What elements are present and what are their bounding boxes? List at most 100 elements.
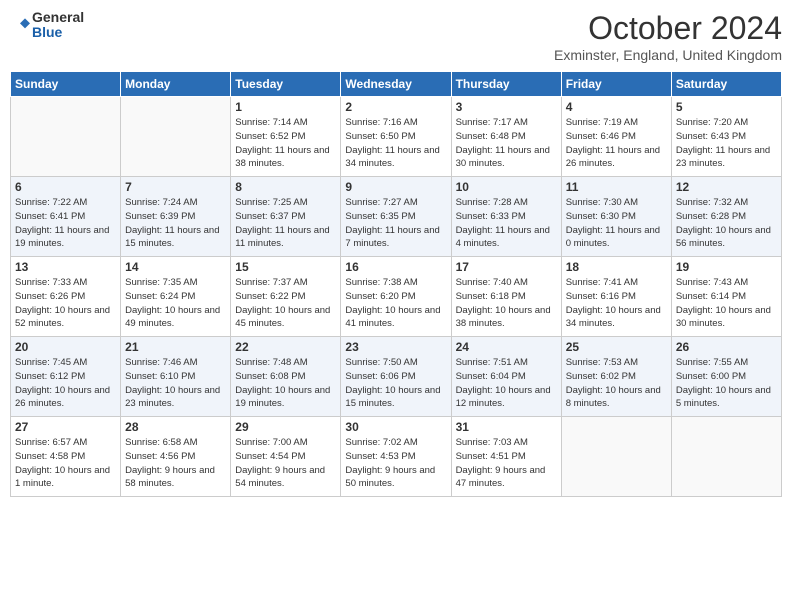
day-number: 10 — [456, 180, 557, 194]
day-number: 5 — [676, 100, 777, 114]
day-number: 24 — [456, 340, 557, 354]
calendar-cell: 20 Sunrise: 7:45 AMSunset: 6:12 PMDayligh… — [11, 337, 121, 417]
day-number: 11 — [566, 180, 667, 194]
day-number: 30 — [345, 420, 446, 434]
calendar-week-row: 13Sunrise: 7:33 AMSunset: 6:26 PMDayligh… — [11, 257, 782, 337]
day-info: Sunrise: 7:17 AMSunset: 6:48 PMDaylight:… — [456, 116, 557, 171]
column-header-monday: Monday — [121, 72, 231, 97]
day-info: Sunrise: 7:03 AMSunset: 4:51 PMDaylight:… — [456, 436, 557, 491]
calendar-cell: 17Sunrise: 7:40 AMSunset: 6:18 PMDayligh… — [451, 257, 561, 337]
day-number: 31 — [456, 420, 557, 434]
day-number: 3 — [456, 100, 557, 114]
day-info: Sunrise: 7:35 AMSunset: 6:24 PMDaylight:… — [125, 276, 226, 331]
day-number: 14 — [125, 260, 226, 274]
day-info: Sunrise: 7:30 AMSunset: 6:30 PMDaylight:… — [566, 196, 667, 251]
calendar-cell: 19Sunrise: 7:43 AMSunset: 6:14 PMDayligh… — [671, 257, 781, 337]
calendar-week-row: 1Sunrise: 7:14 AMSunset: 6:52 PMDaylight… — [11, 97, 782, 177]
calendar-cell: 3 Sunrise: 7:17 AMSunset: 6:48 PMDaylight… — [451, 97, 561, 177]
day-info: Sunrise: 7:53 AMSunset: 6:02 PMDaylight:… — [566, 356, 667, 411]
day-info: Sunrise: 7:00 AMSunset: 4:54 PMDaylight:… — [235, 436, 336, 491]
day-number: 26 — [676, 340, 777, 354]
logo: General Blue — [10, 10, 84, 41]
calendar-cell: 7 Sunrise: 7:24 AMSunset: 6:39 PMDaylight… — [121, 177, 231, 257]
day-info: Sunrise: 7:32 AMSunset: 6:28 PMDaylight:… — [676, 196, 777, 251]
calendar-cell — [671, 417, 781, 497]
column-header-thursday: Thursday — [451, 72, 561, 97]
day-info: Sunrise: 7:38 AMSunset: 6:20 PMDaylight:… — [345, 276, 446, 331]
calendar-week-row: 27 Sunrise: 6:57 AMSunset: 4:58 PMDayligh… — [11, 417, 782, 497]
logo-text: General Blue — [32, 10, 84, 41]
calendar-cell — [11, 97, 121, 177]
calendar-cell: 4Sunrise: 7:19 AMSunset: 6:46 PMDaylight… — [561, 97, 671, 177]
day-number: 25 — [566, 340, 667, 354]
day-number: 17 — [456, 260, 557, 274]
day-info: Sunrise: 7:25 AMSunset: 6:37 PMDaylight:… — [235, 196, 336, 251]
day-info: Sunrise: 7:24 AMSunset: 6:39 PMDaylight:… — [125, 196, 226, 251]
day-info: Sunrise: 6:57 AMSunset: 4:58 PMDaylight:… — [15, 436, 116, 491]
day-info: Sunrise: 7:48 AMSunset: 6:08 PMDaylight:… — [235, 356, 336, 411]
day-number: 21 — [125, 340, 226, 354]
day-number: 20 — [15, 340, 116, 354]
day-info: Sunrise: 7:02 AMSunset: 4:53 PMDaylight:… — [345, 436, 446, 491]
column-header-friday: Friday — [561, 72, 671, 97]
day-number: 7 — [125, 180, 226, 194]
calendar-week-row: 20 Sunrise: 7:45 AMSunset: 6:12 PMDayligh… — [11, 337, 782, 417]
day-info: Sunrise: 7:20 AMSunset: 6:43 PMDaylight:… — [676, 116, 777, 171]
column-header-wednesday: Wednesday — [341, 72, 451, 97]
calendar-cell: 9Sunrise: 7:27 AMSunset: 6:35 PMDaylight… — [341, 177, 451, 257]
calendar-cell: 12 Sunrise: 7:32 AMSunset: 6:28 PMDayligh… — [671, 177, 781, 257]
day-info: Sunrise: 7:14 AMSunset: 6:52 PMDaylight:… — [235, 116, 336, 171]
day-number: 22 — [235, 340, 336, 354]
day-info: Sunrise: 7:51 AMSunset: 6:04 PMDaylight:… — [456, 356, 557, 411]
column-header-saturday: Saturday — [671, 72, 781, 97]
calendar-cell: 30 Sunrise: 7:02 AMSunset: 4:53 PMDayligh… — [341, 417, 451, 497]
location: Exminster, England, United Kingdom — [554, 47, 782, 63]
day-number: 18 — [566, 260, 667, 274]
day-number: 15 — [235, 260, 336, 274]
calendar-cell: 6Sunrise: 7:22 AMSunset: 6:41 PMDaylight… — [11, 177, 121, 257]
day-number: 28 — [125, 420, 226, 434]
calendar-cell: 28 Sunrise: 6:58 AMSunset: 4:56 PMDayligh… — [121, 417, 231, 497]
day-number: 16 — [345, 260, 446, 274]
day-number: 27 — [15, 420, 116, 434]
calendar-header-row: SundayMondayTuesdayWednesdayThursdayFrid… — [11, 72, 782, 97]
day-info: Sunrise: 6:58 AMSunset: 4:56 PMDaylight:… — [125, 436, 226, 491]
calendar-cell: 26 Sunrise: 7:55 AMSunset: 6:00 PMDayligh… — [671, 337, 781, 417]
day-info: Sunrise: 7:55 AMSunset: 6:00 PMDaylight:… — [676, 356, 777, 411]
day-info: Sunrise: 7:22 AMSunset: 6:41 PMDaylight:… — [15, 196, 116, 251]
calendar-cell: 15 Sunrise: 7:37 AMSunset: 6:22 PMDayligh… — [231, 257, 341, 337]
calendar-cell: 27 Sunrise: 6:57 AMSunset: 4:58 PMDayligh… — [11, 417, 121, 497]
logo-icon — [10, 15, 30, 35]
calendar-cell — [561, 417, 671, 497]
logo-blue: Blue — [32, 25, 84, 40]
calendar-cell: 23Sunrise: 7:50 AMSunset: 6:06 PMDayligh… — [341, 337, 451, 417]
day-info: Sunrise: 7:37 AMSunset: 6:22 PMDaylight:… — [235, 276, 336, 331]
calendar-cell: 24 Sunrise: 7:51 AMSunset: 6:04 PMDayligh… — [451, 337, 561, 417]
title-block: October 2024 Exminster, England, United … — [554, 10, 782, 63]
day-info: Sunrise: 7:28 AMSunset: 6:33 PMDaylight:… — [456, 196, 557, 251]
day-number: 12 — [676, 180, 777, 194]
day-info: Sunrise: 7:46 AMSunset: 6:10 PMDaylight:… — [125, 356, 226, 411]
day-number: 29 — [235, 420, 336, 434]
column-header-tuesday: Tuesday — [231, 72, 341, 97]
column-header-sunday: Sunday — [11, 72, 121, 97]
calendar-cell: 13Sunrise: 7:33 AMSunset: 6:26 PMDayligh… — [11, 257, 121, 337]
month-title: October 2024 — [554, 10, 782, 47]
day-info: Sunrise: 7:45 AMSunset: 6:12 PMDaylight:… — [15, 356, 116, 411]
calendar-cell: 29 Sunrise: 7:00 AMSunset: 4:54 PMDayligh… — [231, 417, 341, 497]
day-info: Sunrise: 7:43 AMSunset: 6:14 PMDaylight:… — [676, 276, 777, 331]
calendar-cell: 25 Sunrise: 7:53 AMSunset: 6:02 PMDayligh… — [561, 337, 671, 417]
calendar-cell: 11 Sunrise: 7:30 AMSunset: 6:30 PMDayligh… — [561, 177, 671, 257]
calendar-cell: 2Sunrise: 7:16 AMSunset: 6:50 PMDaylight… — [341, 97, 451, 177]
calendar-cell: 22 Sunrise: 7:48 AMSunset: 6:08 PMDayligh… — [231, 337, 341, 417]
day-info: Sunrise: 7:19 AMSunset: 6:46 PMDaylight:… — [566, 116, 667, 171]
calendar-table: SundayMondayTuesdayWednesdayThursdayFrid… — [10, 71, 782, 497]
calendar-week-row: 6Sunrise: 7:22 AMSunset: 6:41 PMDaylight… — [11, 177, 782, 257]
calendar-cell: 18 Sunrise: 7:41 AMSunset: 6:16 PMDayligh… — [561, 257, 671, 337]
day-number: 13 — [15, 260, 116, 274]
day-number: 9 — [345, 180, 446, 194]
day-number: 23 — [345, 340, 446, 354]
day-info: Sunrise: 7:41 AMSunset: 6:16 PMDaylight:… — [566, 276, 667, 331]
calendar-cell: 16 Sunrise: 7:38 AMSunset: 6:20 PMDayligh… — [341, 257, 451, 337]
calendar-cell: 10 Sunrise: 7:28 AMSunset: 6:33 PMDayligh… — [451, 177, 561, 257]
